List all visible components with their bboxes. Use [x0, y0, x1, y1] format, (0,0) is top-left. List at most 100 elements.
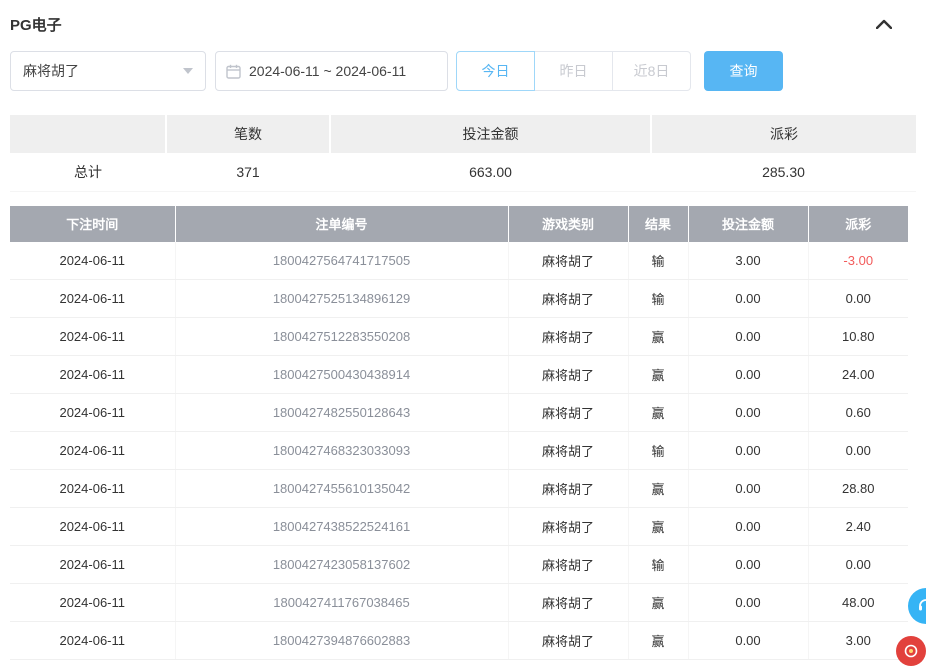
cell-game: 麻将胡了: [508, 470, 628, 508]
records-body: 2024-06-111800427564741717505麻将胡了输3.00-3…: [10, 242, 908, 660]
cell-date: 2024-06-11: [10, 546, 175, 584]
cell-game: 麻将胡了: [508, 394, 628, 432]
cell-date: 2024-06-11: [10, 584, 175, 622]
cell-game: 麻将胡了: [508, 584, 628, 622]
cell-date: 2024-06-11: [10, 432, 175, 470]
cell-bet-id: 1800427411767038465: [175, 584, 508, 622]
cell-payout: 0.00: [808, 280, 908, 318]
cell-bet-amount: 3.00: [688, 242, 808, 280]
cell-payout: -3.00: [808, 242, 908, 280]
calendar-icon: [226, 64, 241, 79]
cell-game: 麻将胡了: [508, 432, 628, 470]
header-payout: 派彩: [808, 206, 908, 242]
cell-date: 2024-06-11: [10, 622, 175, 660]
cell-result: 输: [628, 546, 688, 584]
cell-bet-id: 1800427455610135042: [175, 470, 508, 508]
cell-bet-amount: 0.00: [688, 546, 808, 584]
summary-total-count: 371: [166, 153, 330, 191]
cell-date: 2024-06-11: [10, 470, 175, 508]
table-row: 2024-06-111800427423058137602麻将胡了输0.000.…: [10, 546, 908, 584]
header-bet-time: 下注时间: [10, 206, 175, 242]
table-row: 2024-06-111800427512283550208麻将胡了赢0.0010…: [10, 318, 908, 356]
cell-bet-id: 1800427438522524161: [175, 508, 508, 546]
header-bet-amount: 投注金额: [688, 206, 808, 242]
table-row: 2024-06-111800427482550128643麻将胡了赢0.000.…: [10, 394, 908, 432]
cell-result: 输: [628, 242, 688, 280]
summary-header-bet-amount: 投注金额: [330, 115, 651, 153]
table-row: 2024-06-111800427564741717505麻将胡了输3.00-3…: [10, 242, 908, 280]
chevron-down-icon: [183, 68, 193, 74]
cell-result: 输: [628, 280, 688, 318]
table-row: 2024-06-111800427525134896129麻将胡了输0.000.…: [10, 280, 908, 318]
cell-result: 赢: [628, 394, 688, 432]
page-title: PG电子: [10, 14, 62, 35]
cell-bet-amount: 0.00: [688, 470, 808, 508]
table-row: 2024-06-111800427438522524161麻将胡了赢0.002.…: [10, 508, 908, 546]
cell-payout: 10.80: [808, 318, 908, 356]
cell-result: 输: [628, 432, 688, 470]
cell-bet-amount: 0.00: [688, 508, 808, 546]
table-row: 2024-06-111800427455610135042麻将胡了赢0.0028…: [10, 470, 908, 508]
cell-bet-amount: 0.00: [688, 394, 808, 432]
cell-bet-amount: 0.00: [688, 318, 808, 356]
header-bet-id: 注单编号: [175, 206, 508, 242]
cell-bet-id: 1800427512283550208: [175, 318, 508, 356]
cell-result: 赢: [628, 508, 688, 546]
chevron-up-icon: [876, 19, 892, 29]
cell-date: 2024-06-11: [10, 356, 175, 394]
summary-header-payout: 派彩: [651, 115, 916, 153]
table-row: 2024-06-111800427500430438914麻将胡了赢0.0024…: [10, 356, 908, 394]
cell-result: 赢: [628, 584, 688, 622]
yesterday-button[interactable]: 昨日: [534, 51, 613, 91]
cell-date: 2024-06-11: [10, 508, 175, 546]
cell-bet-id: 1800427564741717505: [175, 242, 508, 280]
quick-range-group: 今日 昨日 近8日: [456, 51, 691, 91]
cell-date: 2024-06-11: [10, 242, 175, 280]
cell-payout: 24.00: [808, 356, 908, 394]
today-button[interactable]: 今日: [456, 51, 535, 91]
cell-bet-amount: 0.00: [688, 432, 808, 470]
summary-total-bet-amount: 663.00: [330, 153, 651, 191]
cell-bet-amount: 0.00: [688, 584, 808, 622]
cell-result: 赢: [628, 470, 688, 508]
cell-date: 2024-06-11: [10, 318, 175, 356]
cell-bet-amount: 0.00: [688, 622, 808, 660]
game-select[interactable]: 麻将胡了: [10, 51, 206, 91]
cell-bet-id: 1800427500430438914: [175, 356, 508, 394]
summary-total-row: 总计 371 663.00 285.30: [10, 153, 916, 191]
cell-game: 麻将胡了: [508, 508, 628, 546]
cell-payout: 48.00: [808, 584, 908, 622]
cell-game: 麻将胡了: [508, 622, 628, 660]
cell-payout: 28.80: [808, 470, 908, 508]
summary-header-count: 笔数: [166, 115, 330, 153]
cell-game: 麻将胡了: [508, 546, 628, 584]
date-range-input[interactable]: 2024-06-11 ~ 2024-06-11: [215, 51, 448, 91]
panel-header: PG电子: [10, 10, 916, 38]
gift-icon: [904, 644, 918, 658]
cell-payout: 2.40: [808, 508, 908, 546]
records-table: 下注时间 注单编号 游戏类别 结果 投注金额 派彩 2024-06-111800…: [10, 206, 908, 661]
last-8-days-button[interactable]: 近8日: [612, 51, 691, 91]
cell-date: 2024-06-11: [10, 280, 175, 318]
cell-bet-id: 1800427525134896129: [175, 280, 508, 318]
collapse-button[interactable]: [876, 19, 892, 29]
header-game-type: 游戏类别: [508, 206, 628, 242]
summary-table: 笔数 投注金额 派彩 总计 371 663.00 285.30: [10, 115, 916, 192]
cell-game: 麻将胡了: [508, 356, 628, 394]
summary-header-row: 笔数 投注金额 派彩: [10, 115, 916, 153]
summary-header-blank: [10, 115, 166, 153]
cell-result: 赢: [628, 318, 688, 356]
cell-date: 2024-06-11: [10, 394, 175, 432]
table-row: 2024-06-111800427468323033093麻将胡了输0.000.…: [10, 432, 908, 470]
query-button[interactable]: 查询: [704, 51, 783, 91]
cell-game: 麻将胡了: [508, 318, 628, 356]
cell-bet-amount: 0.00: [688, 356, 808, 394]
summary-total-label: 总计: [10, 153, 166, 191]
cell-bet-id: 1800427468323033093: [175, 432, 508, 470]
table-row: 2024-06-111800427411767038465麻将胡了赢0.0048…: [10, 584, 908, 622]
cell-bet-amount: 0.00: [688, 280, 808, 318]
cell-bet-id: 1800427423058137602: [175, 546, 508, 584]
summary-total-payout: 285.30: [651, 153, 916, 191]
cell-result: 赢: [628, 622, 688, 660]
cell-bet-id: 1800427482550128643: [175, 394, 508, 432]
